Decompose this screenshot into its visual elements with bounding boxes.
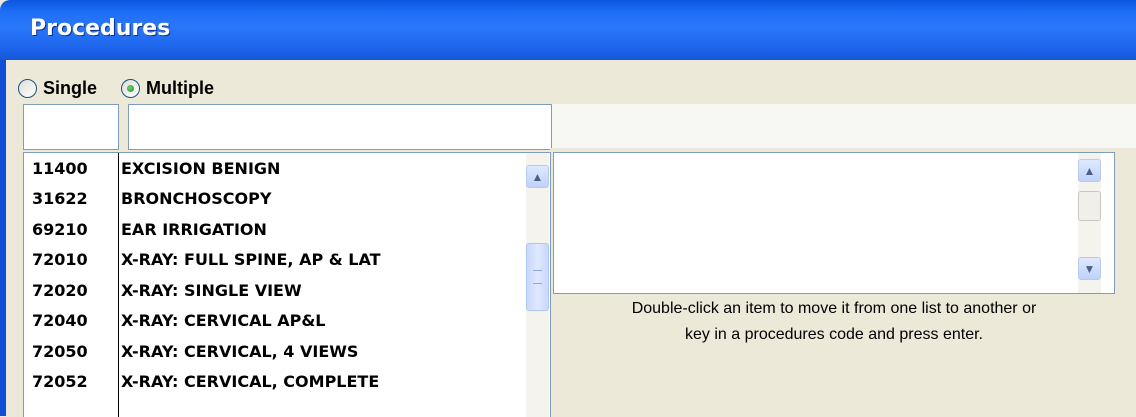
scroll-grip-icon bbox=[533, 270, 542, 284]
procedure-code: 11400 bbox=[32, 158, 88, 178]
procedure-code: 72040 bbox=[32, 311, 88, 331]
mode-selector: Single Multiple bbox=[18, 70, 232, 106]
code-search-input[interactable] bbox=[23, 104, 119, 150]
help-text-line: key in a procedures code and press enter… bbox=[685, 326, 983, 343]
list-item[interactable]: 72040 X-RAY: CERVICAL AP&L bbox=[24, 306, 512, 337]
procedure-code: 72052 bbox=[32, 372, 88, 392]
list-item[interactable]: 31622 BRONCHOSCOPY bbox=[24, 184, 512, 215]
procedure-description: BRONCHOSCOPY bbox=[121, 189, 272, 209]
procedure-description: X-RAY: CERVICAL, 4 VIEWS bbox=[121, 341, 359, 361]
title-bar: Procedures bbox=[0, 0, 1136, 60]
procedure-description: X-RAY: SINGLE VIEW bbox=[121, 280, 302, 300]
procedure-rows: 11400 EXCISION BENIGN 31622 BRONCHOSCOPY 692… bbox=[24, 153, 512, 397]
procedure-description: X-RAY: CERVICAL AP&L bbox=[121, 311, 326, 331]
procedure-list[interactable]: 11400 EXCISION BENIGN 31622 BRONCHOSCOPY 692… bbox=[23, 152, 551, 417]
list-item[interactable]: 72050 X-RAY: CERVICAL, 4 VIEWS bbox=[24, 336, 512, 367]
procedure-description: EAR IRRIGATION bbox=[121, 219, 267, 239]
help-text-line: Double-click an item to move it from one… bbox=[631, 300, 1037, 317]
list-item[interactable]: 72052 X-RAY: CERVICAL, COMPLETE bbox=[24, 367, 512, 398]
chevron-down-icon[interactable]: ▼ bbox=[1078, 257, 1101, 280]
procedure-description: X-RAY: FULL SPINE, AP & LAT bbox=[121, 250, 381, 270]
chevron-up-icon[interactable]: ▲ bbox=[526, 165, 549, 188]
scroll-thumb[interactable] bbox=[526, 243, 549, 311]
procedure-code: 72050 bbox=[32, 341, 88, 361]
procedure-list-scrollbar[interactable]: ▲ bbox=[526, 153, 549, 417]
procedure-code: 31622 bbox=[32, 189, 88, 209]
list-item[interactable]: 72010 X-RAY: FULL SPINE, AP & LAT bbox=[24, 245, 512, 276]
procedure-code: 69210 bbox=[32, 219, 88, 239]
scroll-thumb[interactable] bbox=[1078, 191, 1101, 221]
procedure-code: 72020 bbox=[32, 280, 88, 300]
radio-multiple[interactable] bbox=[121, 78, 141, 98]
list-item[interactable]: 72020 X-RAY: SINGLE VIEW bbox=[24, 275, 512, 306]
procedure-description: X-RAY: CERVICAL, COMPLETE bbox=[121, 372, 380, 392]
chevron-up-icon[interactable]: ▲ bbox=[1078, 159, 1101, 182]
list-item[interactable]: 69210 EAR IRRIGATION bbox=[24, 214, 512, 245]
procedure-code: 72010 bbox=[32, 250, 88, 270]
list-item[interactable]: 11400 EXCISION BENIGN bbox=[24, 153, 512, 184]
window-border bbox=[0, 60, 6, 416]
radio-single[interactable] bbox=[18, 78, 37, 98]
help-text: Double-click an item to move it from one… bbox=[556, 296, 1112, 348]
window-title: Procedures bbox=[30, 16, 171, 41]
selected-procedure-list[interactable]: ▲ ▼ bbox=[553, 152, 1115, 294]
description-search-input[interactable] bbox=[128, 104, 552, 150]
header-strip bbox=[552, 104, 1136, 148]
selected-list-scrollbar[interactable]: ▲ ▼ bbox=[1078, 153, 1101, 293]
radio-single-label[interactable]: Single bbox=[43, 78, 97, 99]
radio-multiple-label[interactable]: Multiple bbox=[146, 78, 214, 99]
procedure-description: EXCISION BENIGN bbox=[121, 158, 281, 178]
